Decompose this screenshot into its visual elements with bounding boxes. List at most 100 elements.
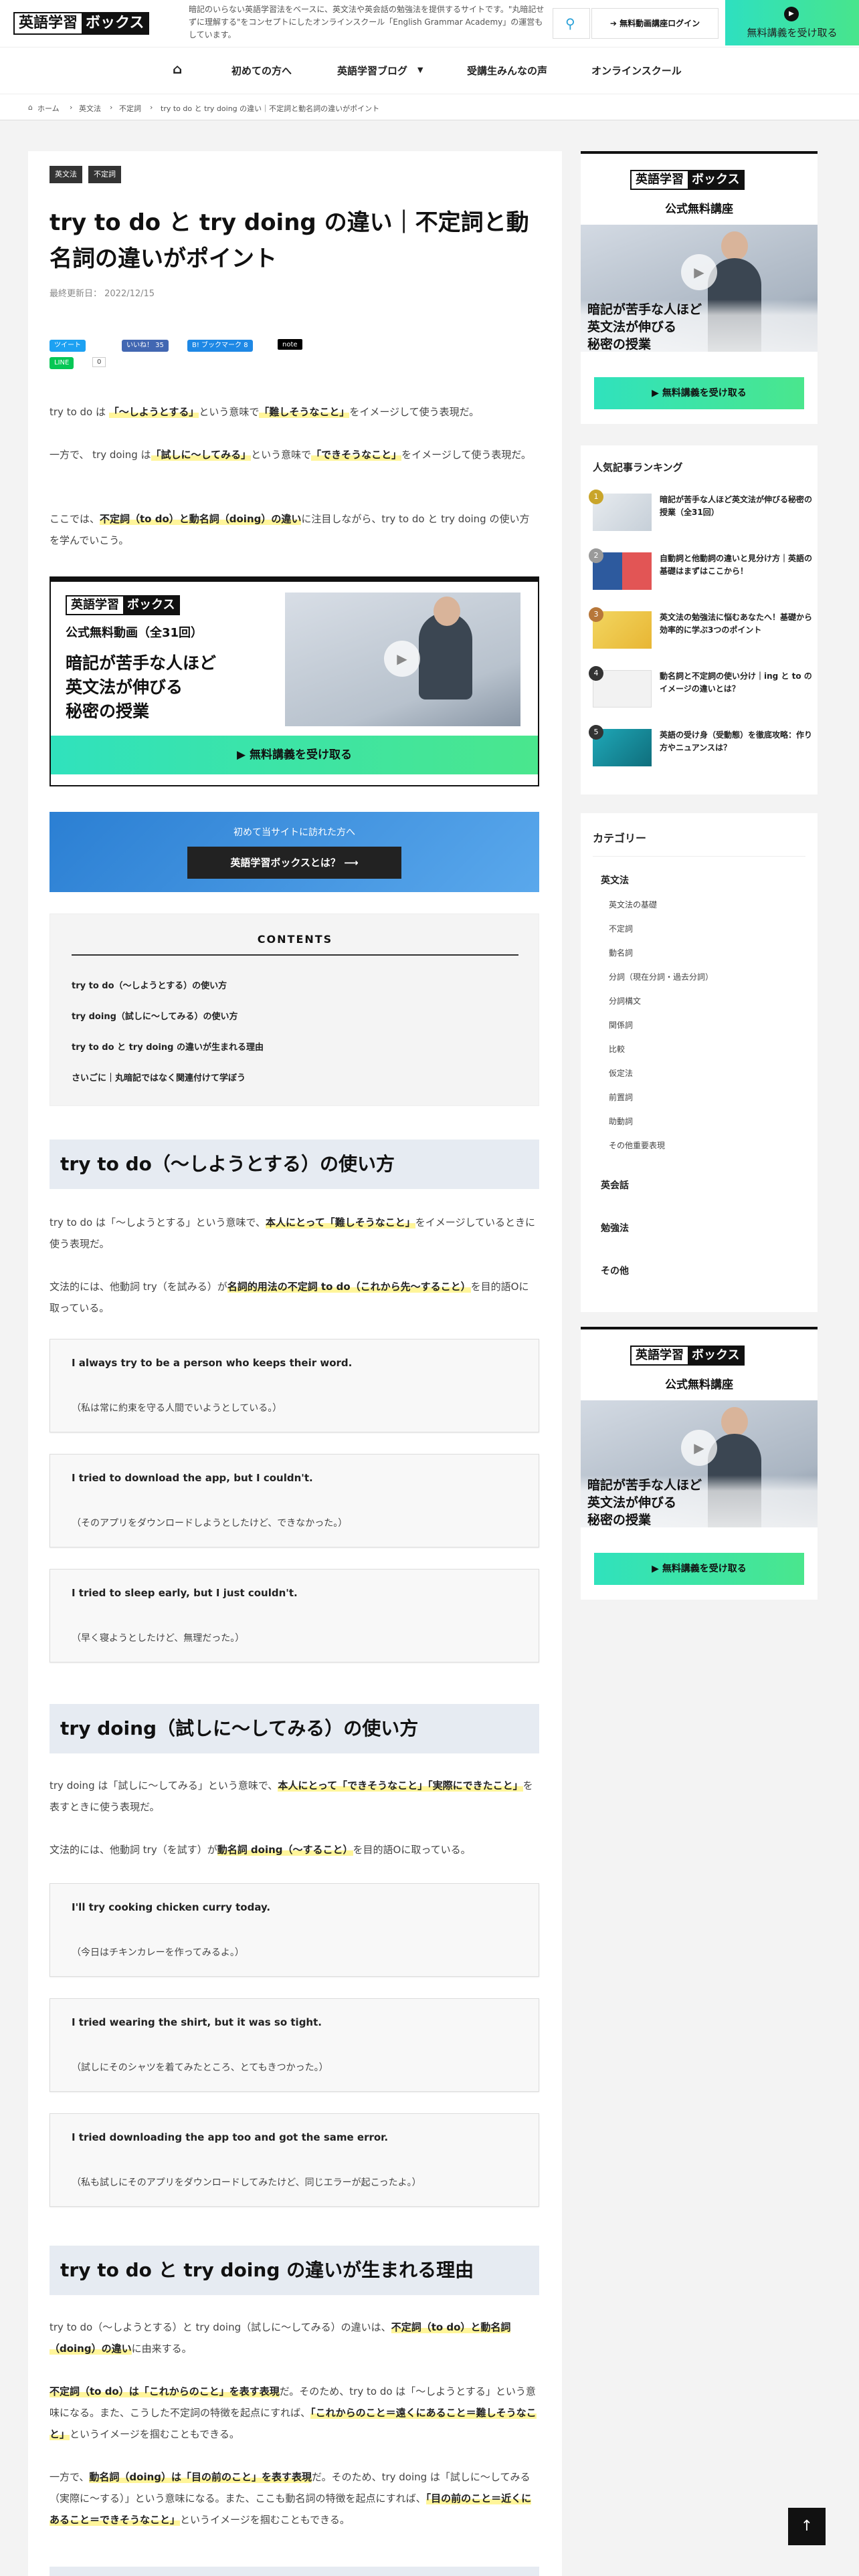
- site-logo[interactable]: 英語学習 ボックス: [13, 12, 150, 35]
- instructor-face: [721, 1407, 748, 1436]
- sidebar-promo: 英語学習 ボックス 公式無料講座 ▶ 暗記が苦手な人ほど 英文法が伸びる 秘密の授業 …: [581, 151, 818, 424]
- category-item[interactable]: 分詞（現在分詞・過去分詞）: [609, 971, 713, 982]
- toc-item[interactable]: さいごに｜丸暗記ではなく関連付けて学ぼう: [72, 1071, 246, 1083]
- ranking-item[interactable]: 5 英語の受け身（受動態）を徹底攻略：作り方やニュアンスは？: [589, 725, 812, 766]
- nav-item-beginners[interactable]: 初めての方へ: [231, 64, 292, 78]
- login-button[interactable]: ➔ 無料動画講座ログイン: [591, 8, 719, 39]
- example-box: I always try to be a person who keeps th…: [50, 1339, 539, 1432]
- sidebar-cta-button[interactable]: ▶ 無料講義を受け取る: [594, 1553, 804, 1585]
- category-other[interactable]: その他: [601, 1264, 629, 1277]
- line-button[interactable]: LINE: [50, 357, 74, 369]
- next-section-heading: [50, 2567, 539, 2576]
- sidebar-promo-caption: 暗記が苦手な人ほど 英文法が伸びる 秘密の授業: [581, 1475, 818, 1527]
- sidebar-promo-caption: 暗記が苦手な人ほど 英文法が伸びる 秘密の授業: [581, 300, 818, 352]
- sidebar-cta-button[interactable]: ▶ 無料講義を受け取る: [594, 377, 804, 409]
- category-item[interactable]: 不定詞: [609, 923, 633, 934]
- category-study[interactable]: 勉強法: [601, 1221, 629, 1235]
- category-item[interactable]: 動名詞: [609, 947, 633, 958]
- sidebar-ranking: 人気記事ランキング 1 暗記が苦手な人ほど英文法が伸びる秘密の授業（全31回） …: [581, 445, 818, 794]
- sidebar-logo: 英語学習 ボックス: [630, 1346, 745, 1366]
- rank-badge: 3: [589, 607, 603, 622]
- sidebar-logo: 英語学習 ボックス: [630, 170, 745, 190]
- intro-paragraph-3: ここでは、不定詞（to do）と動名詞（doing）の違いに注目しながら、try…: [50, 513, 530, 546]
- rank-badge: 5: [589, 725, 603, 740]
- toc-item[interactable]: try to do（〜しようとする）の使い方: [72, 978, 227, 991]
- breadcrumb-home[interactable]: ホーム: [37, 103, 60, 114]
- about-site-button[interactable]: 英語学習ボックスとは？ ⟶: [187, 847, 401, 879]
- chevron-right-icon: ›: [150, 103, 153, 112]
- section3-paragraph-1: try to do（〜しようとする）と try doing（試しに〜してみる）の…: [50, 2321, 511, 2355]
- toc-item[interactable]: try to do と try doing の違いが生まれる理由: [72, 1040, 264, 1053]
- video-course-banner[interactable]: 英語学習 ボックス 公式無料動画（全31回） 暗記が苦手な人ほど 英文法が伸びる 秘密…: [50, 576, 539, 786]
- section-heading: try doing（試しに〜してみる）の使い方: [50, 1704, 539, 1753]
- section-heading: try to do（〜しようとする）の使い方: [50, 1140, 539, 1189]
- hatena-bookmark-button[interactable]: B! ブックマーク 8: [187, 340, 253, 352]
- note-button[interactable]: note: [277, 338, 303, 350]
- category-item[interactable]: その他重要表現: [609, 1140, 665, 1151]
- arrow-icon: ➔: [609, 19, 620, 28]
- nav-item-voices[interactable]: 受講生みんなの声: [467, 64, 547, 78]
- tag-grammar[interactable]: 英文法: [50, 166, 82, 183]
- toc-divider: [72, 954, 518, 956]
- sidebar-video-thumbnail[interactable]: ▶ 暗記が苦手な人ほど 英文法が伸びる 秘密の授業: [581, 1400, 818, 1527]
- section3-paragraph-2: 不定詞（to do）は「これからのこと」を表す表現だ。そのため、try to d…: [50, 2385, 537, 2440]
- category-conversation[interactable]: 英会話: [601, 1178, 629, 1192]
- section1-paragraph-2: 文法的には、他動詞 try（を試みる）が名詞的用法の不定詞 to do（これから…: [50, 1281, 529, 1314]
- home-icon[interactable]: ⌂: [173, 61, 182, 77]
- section1-paragraph-1: try to do は「〜しようとする」という意味で、本人にとって「難しそうなこ…: [50, 1216, 536, 1250]
- chevron-right-icon: ›: [110, 103, 113, 112]
- play-icon: ▶: [784, 7, 799, 21]
- ranking-item[interactable]: 4 動名詞と不定詞の使い分け｜ing と to のイメージの違いとは？: [589, 666, 812, 708]
- search-button[interactable]: ⚲: [553, 8, 590, 39]
- toc-title: CONTENTS: [257, 933, 333, 946]
- category-item[interactable]: 関係詞: [609, 1019, 633, 1031]
- nav-item-blog[interactable]: 英語学習ブログ: [337, 64, 407, 78]
- like-button[interactable]: いいね！ 35: [122, 340, 169, 352]
- breadcrumb-grammar[interactable]: 英文法: [79, 103, 101, 114]
- toc-item[interactable]: try doing（試しに〜してみる）の使い方: [72, 1009, 238, 1022]
- rank-badge: 4: [589, 666, 603, 681]
- banner-logo: 英語学習 ボックス: [66, 595, 181, 615]
- category-grammar[interactable]: 英文法: [601, 873, 629, 887]
- arrow-right-icon: ⟶: [340, 857, 359, 869]
- ranking-item[interactable]: 3 英文法の勉強法に悩むあなたへ！基礎から効率的に学ぶ3つのポイント: [589, 607, 812, 649]
- example-box: I tried to download the app, but I could…: [50, 1454, 539, 1547]
- breadcrumb-infinitive[interactable]: 不定詞: [119, 103, 141, 114]
- play-icon: ▶: [652, 388, 662, 399]
- instructor-face: [721, 231, 748, 261]
- banner-cta-button[interactable]: ▶ 無料講義を受け取る: [51, 736, 538, 774]
- category-item[interactable]: 前置詞: [609, 1091, 633, 1103]
- category-item[interactable]: 助動詞: [609, 1115, 633, 1127]
- category-divider: [593, 856, 805, 857]
- section2-paragraph-1: try doing は「試しに〜してみる」という意味で、本人にとって「できそうな…: [50, 1780, 533, 1813]
- back-to-top-button[interactable]: ↑: [788, 2508, 826, 2545]
- tweet-button[interactable]: ツイート: [50, 340, 86, 352]
- sidebar-categories: カテゴリー 英文法 英文法の基礎 不定詞 動名詞 分詞（現在分詞・過去分詞） 分…: [581, 813, 818, 1312]
- category-item[interactable]: 比較: [609, 1043, 625, 1055]
- ranking-item[interactable]: 1 暗記が苦手な人ほど英文法が伸びる秘密の授業（全31回）: [589, 490, 812, 531]
- sidebar-video-thumbnail[interactable]: ▶ 暗記が苦手な人ほど 英文法が伸びる 秘密の授業: [581, 225, 818, 352]
- example-box: I tried to sleep early, but I just could…: [50, 1569, 539, 1662]
- banner-headline: 暗記が苦手な人ほど 英文法が伸びる 秘密の授業: [66, 653, 217, 721]
- play-icon[interactable]: ▶: [384, 641, 420, 677]
- ranking-item[interactable]: 2 自動詞と他動詞の違いと見分け方｜英語の基礎はまずはここから！: [589, 548, 812, 590]
- first-visit-banner[interactable]: 初めて当サイトに訪れた方へ 英語学習ボックスとは？ ⟶: [50, 812, 539, 892]
- category-item[interactable]: 分詞構文: [609, 995, 641, 1006]
- rank-badge: 2: [589, 548, 603, 563]
- tag-infinitive[interactable]: 不定詞: [88, 166, 121, 183]
- chevron-down-icon[interactable]: ▼: [417, 66, 423, 74]
- free-lecture-button[interactable]: ▶ 無料講義を受け取る: [725, 0, 859, 45]
- play-icon[interactable]: ▶: [681, 254, 717, 290]
- sidebar-promo-subtitle: 公式無料講座: [665, 1378, 733, 1392]
- play-icon[interactable]: ▶: [681, 1430, 717, 1466]
- nav-item-school[interactable]: オンラインスクール: [591, 64, 682, 78]
- sidebar-promo-2: 英語学習 ボックス 公式無料講座 ▶ 暗記が苦手な人ほど 英文法が伸びる 秘密の授業 …: [581, 1327, 818, 1600]
- section2-paragraph-2: 文法的には、他動詞 try（を試す）が動名詞 doing（〜すること）を目的語O…: [50, 1844, 471, 1856]
- section3-paragraph-3: 一方で、動名詞（doing）は「目の前のこと」を表す表現だ。そのため、try d…: [50, 2471, 532, 2526]
- category-item[interactable]: 仮定法: [609, 1067, 633, 1079]
- category-title: カテゴリー: [593, 832, 647, 845]
- updated-date: 最終更新日： 2022/12/15: [50, 289, 155, 299]
- first-visit-text: 初めて当サイトに訪れた方へ: [233, 827, 355, 838]
- category-item[interactable]: 英文法の基礎: [609, 899, 657, 910]
- lecture-video-thumbnail[interactable]: ▶: [285, 593, 520, 726]
